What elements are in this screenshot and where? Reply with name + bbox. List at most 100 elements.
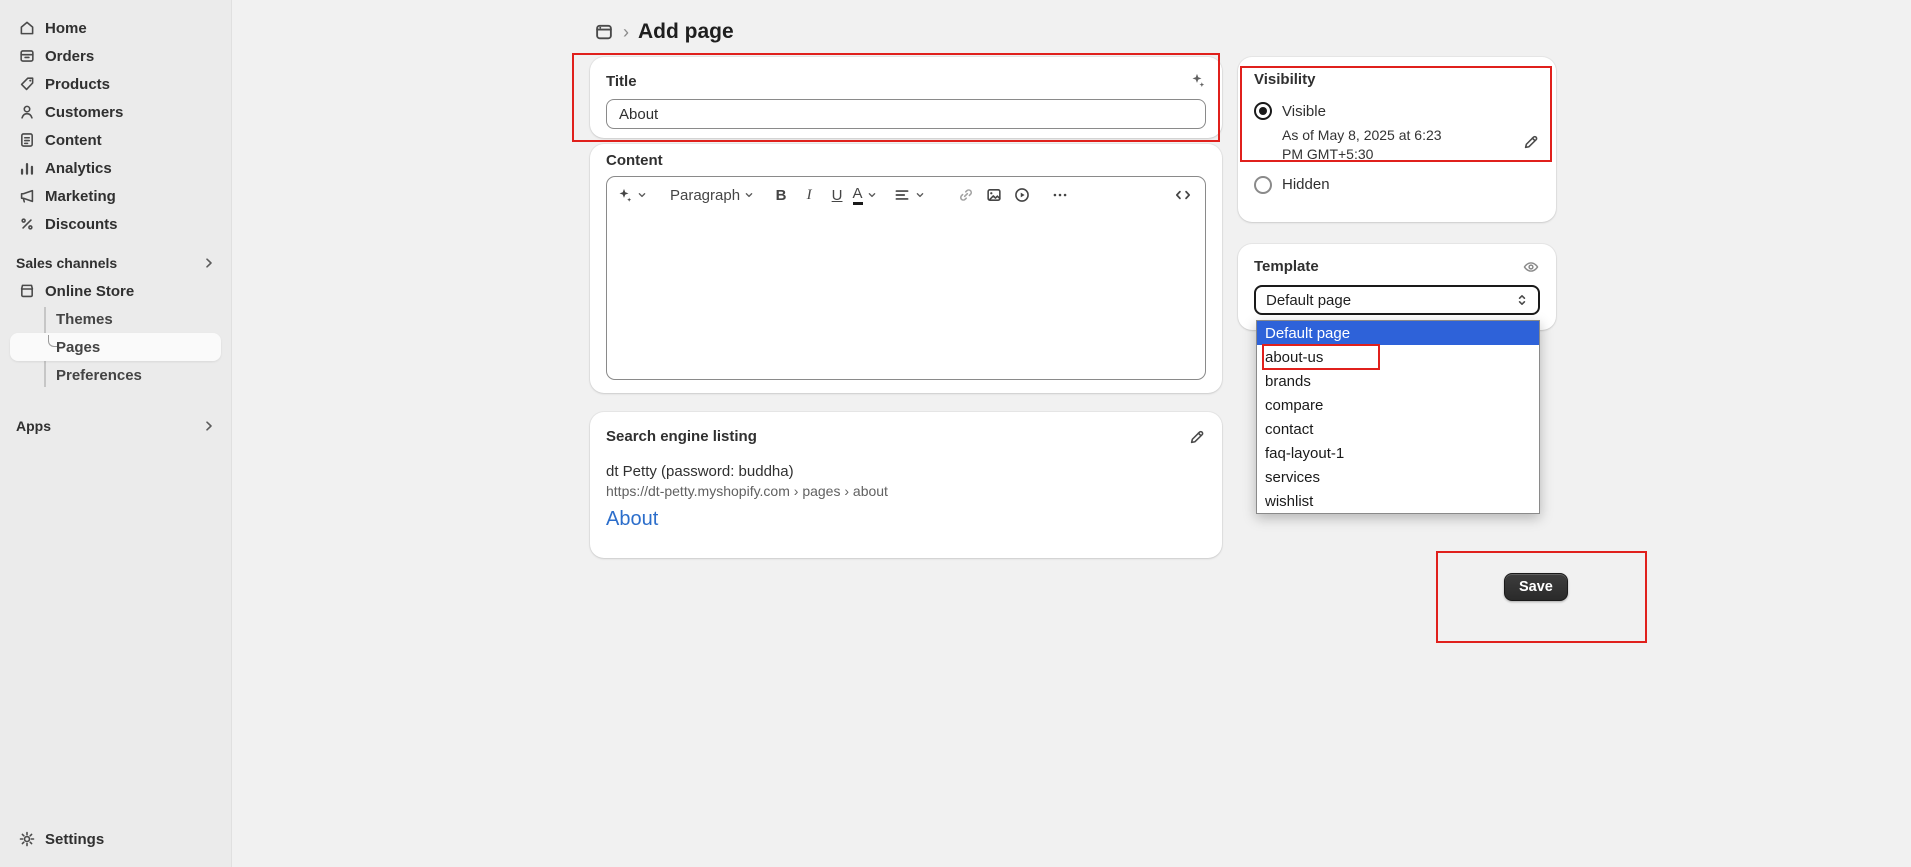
- online-store-icon: [18, 282, 36, 300]
- visible-since-text: As of May 8, 2025 at 6:23 PM GMT+5:30: [1282, 126, 1462, 164]
- sidebar-item-themes[interactable]: Themes: [10, 305, 221, 333]
- sidebar-section-apps[interactable]: Apps: [0, 412, 231, 440]
- content-label: Content: [606, 152, 1206, 169]
- more-dots-icon: [1051, 186, 1069, 204]
- template-heading: Template: [1254, 258, 1540, 275]
- shopify-admin-add-page: Home Orders Products Customers Content A…: [0, 0, 1911, 867]
- template-option[interactable]: services: [1257, 465, 1539, 489]
- chevron-down-icon: [866, 189, 878, 201]
- sidebar-item-discounts[interactable]: Discounts: [10, 210, 221, 238]
- page-title: Add page: [638, 20, 734, 44]
- marketing-icon: [18, 187, 36, 205]
- sidebar-item-home[interactable]: Home: [10, 14, 221, 42]
- save-button[interactable]: Save: [1504, 573, 1568, 601]
- seo-heading: Search engine listing: [606, 428, 1206, 445]
- sidebar-item-online-store[interactable]: Online Store: [10, 277, 221, 305]
- template-option[interactable]: about-us: [1257, 345, 1539, 369]
- insert-video-button[interactable]: [1008, 181, 1036, 209]
- magic-sparkle-icon: [615, 186, 633, 204]
- template-option[interactable]: compare: [1257, 393, 1539, 417]
- analytics-icon: [18, 159, 36, 177]
- editor-body[interactable]: [607, 213, 1205, 373]
- paragraph-style-dropdown[interactable]: Paragraph: [670, 181, 755, 209]
- eye-preview-icon[interactable]: [1522, 258, 1540, 276]
- sidebar: Home Orders Products Customers Content A…: [0, 0, 232, 867]
- breadcrumb: › Add page: [594, 20, 734, 44]
- sidebar-item-pages[interactable]: Pages: [10, 333, 221, 361]
- radio-selected-icon[interactable]: [1254, 102, 1272, 120]
- link-icon: [957, 186, 975, 204]
- magic-text-button[interactable]: [615, 181, 648, 209]
- template-dropdown: Default page about-us brands compare con…: [1256, 320, 1540, 514]
- hidden-radio-row[interactable]: Hidden: [1254, 176, 1540, 194]
- template-option[interactable]: brands: [1257, 369, 1539, 393]
- align-left-icon: [893, 186, 911, 204]
- sidebar-section-sales-channels[interactable]: Sales channels: [0, 249, 231, 277]
- discounts-icon: [18, 215, 36, 233]
- sidebar-main-nav: Home Orders Products Customers Content A…: [0, 0, 231, 238]
- alignment-button[interactable]: [893, 181, 926, 209]
- sidebar-item-content[interactable]: Content: [10, 126, 221, 154]
- template-option[interactable]: Default page: [1257, 321, 1539, 345]
- show-html-button[interactable]: [1169, 181, 1197, 209]
- sidebar-item-label: Home: [45, 20, 87, 37]
- sidebar-item-analytics[interactable]: Analytics: [10, 154, 221, 182]
- radio-unselected-icon[interactable]: [1254, 176, 1272, 194]
- chevron-down-icon: [743, 189, 755, 201]
- edit-pencil-icon[interactable]: [1188, 428, 1206, 446]
- underline-button[interactable]: U: [823, 181, 851, 209]
- sidebar-item-label: Marketing: [45, 188, 116, 205]
- sidebar-item-label: Orders: [45, 48, 94, 65]
- seo-title-preview[interactable]: About: [606, 508, 1206, 531]
- breadcrumb-separator: ›: [623, 22, 629, 43]
- sidebar-item-label: Settings: [45, 831, 104, 848]
- chevron-down-icon: [636, 189, 648, 201]
- title-card: Title: [590, 57, 1222, 138]
- sidebar-item-customers[interactable]: Customers: [10, 98, 221, 126]
- rich-text-editor[interactable]: Paragraph B I U A: [606, 176, 1206, 380]
- paragraph-style-label: Paragraph: [670, 187, 740, 204]
- template-card: Template Default page: [1238, 244, 1556, 330]
- italic-button[interactable]: I: [795, 181, 823, 209]
- visibility-heading: Visibility: [1254, 71, 1540, 88]
- home-icon: [18, 19, 36, 37]
- more-options-button[interactable]: [1046, 181, 1074, 209]
- search-engine-listing-card: Search engine listing dt Petty (password…: [590, 412, 1222, 558]
- products-icon: [18, 75, 36, 93]
- online-store-subnav: Themes Pages Preferences: [0, 305, 231, 389]
- sidebar-item-label: Analytics: [45, 160, 112, 177]
- sidebar-item-label: Online Store: [45, 283, 134, 300]
- bold-button[interactable]: B: [767, 181, 795, 209]
- sidebar-item-products[interactable]: Products: [10, 70, 221, 98]
- orders-icon: [18, 47, 36, 65]
- visibility-card: Visibility Visible As of May 8, 2025 at …: [1238, 57, 1556, 222]
- editor-toolbar: Paragraph B I U A: [607, 177, 1205, 213]
- magic-sparkle-icon[interactable]: [1188, 71, 1206, 89]
- sidebar-item-label: Products: [45, 76, 110, 93]
- online-store-page-icon[interactable]: [594, 22, 614, 42]
- sidebar-item-orders[interactable]: Orders: [10, 42, 221, 70]
- text-color-button[interactable]: A: [851, 181, 879, 209]
- content-icon: [18, 131, 36, 149]
- template-select[interactable]: Default page: [1254, 285, 1540, 315]
- sidebar-item-label: Pages: [56, 339, 100, 356]
- template-option[interactable]: wishlist: [1257, 489, 1539, 513]
- sidebar-item-marketing[interactable]: Marketing: [10, 182, 221, 210]
- visible-radio-row[interactable]: Visible: [1254, 102, 1540, 120]
- seo-url-line: https://dt-petty.myshopify.com › pages ›…: [606, 483, 1206, 499]
- insert-link-button[interactable]: [952, 181, 980, 209]
- sidebar-item-label: Discounts: [45, 216, 118, 233]
- template-option[interactable]: faq-layout-1: [1257, 441, 1539, 465]
- template-option[interactable]: contact: [1257, 417, 1539, 441]
- sidebar-item-settings[interactable]: Settings: [10, 825, 221, 853]
- edit-pencil-icon[interactable]: [1522, 133, 1540, 151]
- tree-elbow-connector: [48, 335, 57, 347]
- customers-icon: [18, 103, 36, 121]
- code-icon: [1174, 186, 1192, 204]
- chevron-down-icon: [914, 189, 926, 201]
- visible-label: Visible: [1282, 103, 1326, 120]
- insert-image-button[interactable]: [980, 181, 1008, 209]
- sidebar-item-preferences[interactable]: Preferences: [10, 361, 221, 389]
- sidebar-item-label: Content: [45, 132, 102, 149]
- title-input[interactable]: [606, 99, 1206, 129]
